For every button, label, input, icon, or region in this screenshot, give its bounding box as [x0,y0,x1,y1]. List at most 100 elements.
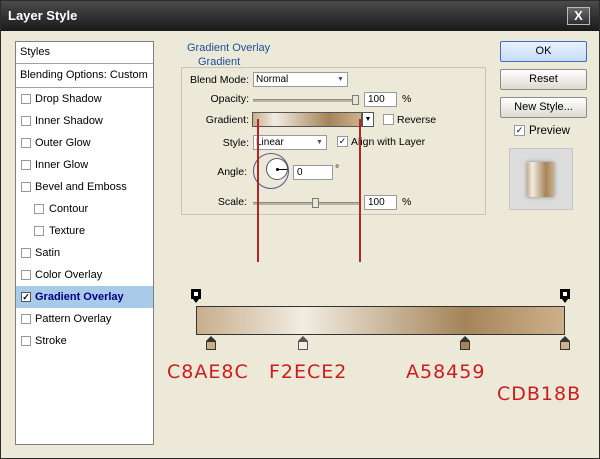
style-checkbox[interactable] [21,160,31,170]
opacity-stop-tip-icon [562,299,568,303]
style-checkbox[interactable] [21,94,31,104]
style-select[interactable]: Linear ▼ [253,135,327,150]
angle-label: Angle: [217,166,247,178]
opacity-stop-icon [191,289,201,299]
reverse-label: Reverse [397,114,437,126]
style-checkbox[interactable] [21,314,31,324]
align-with-layer-label: Align with Layer [351,136,426,148]
style-checkbox[interactable] [21,182,31,192]
style-checkbox[interactable] [21,138,31,148]
style-item-label: Drop Shadow [35,93,102,105]
style-item-label: Gradient Overlay [35,291,124,303]
style-item-satin[interactable]: Satin [16,242,153,264]
style-checkbox[interactable] [21,270,31,280]
styles-header[interactable]: Styles [16,42,153,64]
gradient-preview-swatch[interactable] [252,112,362,127]
style-item-drop-shadow[interactable]: Drop Shadow [16,88,153,110]
hex-label: C8AE8C [167,361,249,383]
new-style-button[interactable]: New Style... [500,97,587,118]
style-item-label: Inner Glow [35,159,89,171]
style-item-texture[interactable]: Texture [16,220,153,242]
styles-list: Styles Blending Options: Custom Drop Sha… [15,41,154,445]
preview-thumbnail [509,148,573,210]
dial-needle-icon [277,169,287,170]
hex-label: F2ECE2 [269,361,348,383]
chevron-down-icon: ▼ [364,116,372,123]
style-item-stroke[interactable]: Stroke [16,330,153,352]
style-item-label: Color Overlay [35,269,103,281]
opacity-stop[interactable] [560,289,570,303]
scale-slider-track[interactable] [253,202,359,205]
color-stop[interactable] [559,336,571,352]
color-stop-swatch [560,341,570,350]
style-checkbox[interactable] [34,226,44,236]
color-stop[interactable] [297,336,309,352]
style-item-pattern-overlay[interactable]: Pattern Overlay [16,308,153,330]
style-label: Style: [222,137,249,149]
style-item-inner-glow[interactable]: Inner Glow [16,154,153,176]
chevron-down-icon: ▼ [316,139,323,146]
color-stop[interactable] [459,336,471,352]
blending-options-item[interactable]: Blending Options: Custom [16,64,153,88]
blend-mode-select[interactable]: Normal ▼ [253,72,348,87]
blend-mode-value: Normal [256,74,289,85]
opacity-stop[interactable] [191,289,201,303]
opacity-stop-tip-icon [193,299,199,303]
style-item-label: Bevel and Emboss [35,181,127,193]
style-items: Drop Shadow Inner Shadow Outer Glow Inner G… [16,88,153,352]
color-stop[interactable] [205,336,217,352]
opacity-slider-handle[interactable] [352,95,359,105]
preview-swatch [527,162,554,197]
annotation-line-right [359,119,361,262]
close-icon: X [574,8,583,23]
style-item-contour[interactable]: Contour [16,198,153,220]
angle-input[interactable]: 0 [293,165,333,180]
ok-button[interactable]: OK [500,41,587,62]
style-item-label: Texture [49,225,86,237]
style-checkbox[interactable]: ✓ [21,292,31,302]
scale-label: Scale: [217,196,247,208]
hex-label: A58459 [406,361,486,383]
gradient-editor-bar[interactable] [196,306,565,335]
color-stop-swatch [298,341,308,350]
style-item-label: Satin [35,247,61,259]
reset-button[interactable]: Reset [500,69,587,90]
style-item-color-overlay[interactable]: Color Overlay [16,264,153,286]
style-item-bevel-and-emboss[interactable]: Bevel and Emboss [16,176,153,198]
reverse-checkbox[interactable] [383,114,394,125]
checkmark-icon: ✓ [338,136,347,146]
title-bar[interactable]: Layer Style X [1,1,599,31]
color-stop-swatch [460,341,471,350]
chevron-down-icon: ▼ [337,76,344,83]
color-stop-swatch [205,341,216,350]
scale-slider-handle[interactable] [312,198,319,208]
angle-unit: ° [335,163,340,175]
opacity-slider-track[interactable] [253,99,359,102]
style-item-label: Inner Shadow [35,115,103,127]
style-item-outer-glow[interactable]: Outer Glow [16,132,153,154]
gradient-dropdown-button[interactable]: ▼ [362,112,374,127]
style-item-gradient-overlay[interactable]: ✓ Gradient Overlay [16,286,153,308]
hex-label: CDB18B [497,383,582,405]
dialog-title: Layer Style [8,8,78,23]
layer-style-dialog: Layer Style X Styles Blending Options: C… [0,0,600,459]
style-checkbox[interactable] [34,204,44,214]
align-with-layer-checkbox[interactable]: ✓ [337,136,348,147]
scale-input[interactable]: 100 [364,195,397,210]
style-item-label: Contour [49,203,89,215]
style-checkbox[interactable] [21,336,31,346]
style-item-inner-shadow[interactable]: Inner Shadow [16,110,153,132]
opacity-label: Opacity: [210,93,249,105]
checkmark-icon: ✓ [515,125,524,135]
opacity-unit: % [402,93,412,105]
opacity-stop-icon [560,289,570,299]
style-checkbox[interactable] [21,248,31,258]
style-checkbox[interactable] [21,116,31,126]
close-button[interactable]: X [567,7,590,25]
angle-dial[interactable] [266,158,288,180]
preview-checkbox[interactable]: ✓ [514,125,525,136]
style-item-label: Stroke [35,335,67,347]
scale-unit: % [402,196,412,208]
opacity-input[interactable]: 100 [364,92,397,107]
style-item-label: Pattern Overlay [35,313,112,325]
